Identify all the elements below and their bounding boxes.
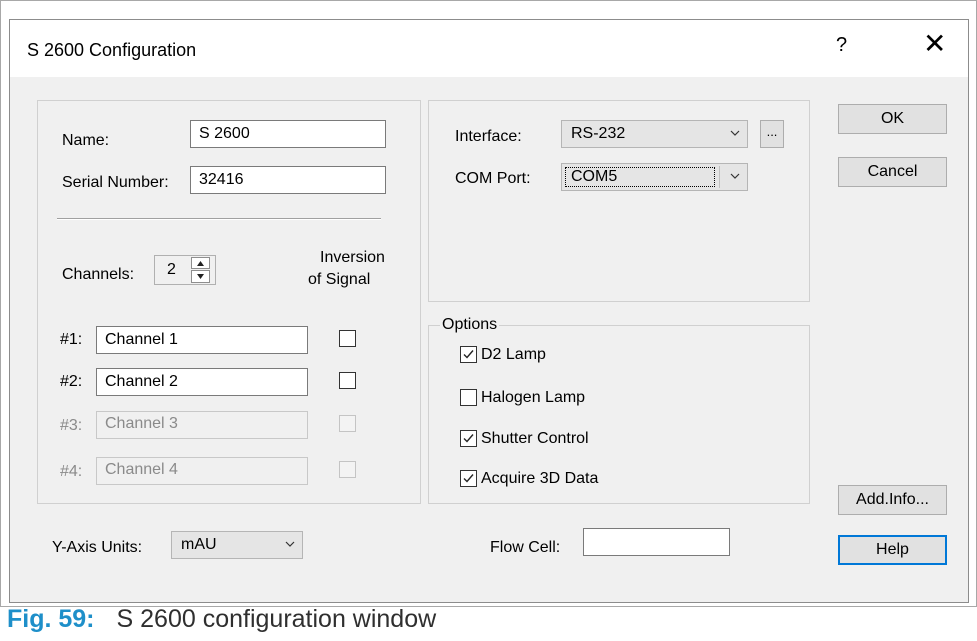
- chevron-down-icon: [730, 130, 740, 136]
- channel-1-inversion-checkbox[interactable]: [339, 330, 356, 347]
- d2-lamp-label: D2 Lamp: [481, 346, 546, 363]
- acquire-3d-data-label: Acquire 3D Data: [481, 470, 599, 487]
- inversion-header-line1: Inversion: [320, 249, 385, 266]
- device-group: [37, 100, 421, 504]
- d2-lamp-checkbox[interactable]: [460, 346, 477, 363]
- spin-up-button[interactable]: [191, 257, 210, 269]
- dialog-title: S 2600 Configuration: [27, 40, 197, 60]
- shutter-control-checkbox[interactable]: [460, 430, 477, 447]
- checkmark-icon: [463, 434, 474, 443]
- serial-number-input[interactable]: 32416: [190, 166, 386, 194]
- channels-label: Channels:: [62, 266, 135, 283]
- chevron-down-icon: [285, 541, 295, 547]
- com-port-label: COM Port:: [455, 170, 531, 187]
- interface-browse-button[interactable]: ...: [760, 120, 784, 148]
- interface-label: Interface:: [455, 128, 522, 145]
- channel-3-inversion-checkbox: [339, 415, 356, 432]
- ok-button[interactable]: OK: [838, 104, 947, 134]
- configuration-dialog: S 2600 Configuration ? ✕ Name: S 2600 Se…: [9, 19, 969, 603]
- channel-2-label: #2:: [60, 373, 83, 390]
- checkmark-icon: [463, 350, 474, 359]
- interface-dropdown[interactable]: RS-232: [561, 120, 748, 148]
- checkmark-icon: [463, 474, 474, 483]
- title-bar: S 2600 Configuration ? ✕: [10, 20, 968, 77]
- name-input[interactable]: S 2600: [190, 120, 386, 148]
- spin-up-icon: [197, 261, 204, 266]
- flow-cell-label: Flow Cell:: [490, 539, 561, 556]
- options-title: Options: [440, 316, 500, 334]
- com-port-divider: [719, 166, 720, 188]
- cancel-button[interactable]: Cancel: [838, 157, 947, 187]
- channel-4-inversion-checkbox: [339, 461, 356, 478]
- channel-4-input: Channel 4: [96, 457, 308, 485]
- figure-number: Fig. 59:: [7, 605, 95, 633]
- halogen-lamp-label: Halogen Lamp: [481, 389, 586, 406]
- y-axis-units-dropdown[interactable]: mAU: [171, 531, 303, 559]
- acquire-3d-data-checkbox[interactable]: [460, 470, 477, 487]
- halogen-lamp-checkbox[interactable]: [460, 389, 477, 406]
- name-label: Name:: [62, 132, 110, 149]
- channel-4-label: #4:: [60, 463, 83, 480]
- com-port-value: COM5: [571, 168, 618, 185]
- channel-3-label: #3:: [60, 417, 83, 434]
- serial-number-label: Serial Number:: [62, 174, 169, 191]
- y-axis-units-value: mAU: [181, 536, 217, 553]
- channels-stepper[interactable]: 2: [154, 255, 216, 285]
- chevron-down-icon: [730, 173, 740, 179]
- shutter-control-label: Shutter Control: [481, 430, 589, 447]
- close-icon[interactable]: ✕: [923, 30, 946, 58]
- channel-2-input[interactable]: Channel 2: [96, 368, 308, 396]
- interface-value: RS-232: [571, 125, 626, 142]
- channel-2-inversion-checkbox[interactable]: [339, 372, 356, 389]
- channel-3-input: Channel 3: [96, 411, 308, 439]
- help-question-icon[interactable]: ?: [836, 34, 847, 57]
- y-axis-units-label: Y-Axis Units:: [52, 539, 143, 556]
- figure-caption: Fig. 59: S 2600 configuration window: [7, 605, 436, 634]
- separator-line: [57, 218, 381, 220]
- channel-1-input[interactable]: Channel 1: [96, 326, 308, 354]
- channel-1-label: #1:: [60, 331, 83, 348]
- flow-cell-input[interactable]: [583, 528, 730, 556]
- channels-count: 2: [167, 261, 176, 278]
- figure-caption-text: S 2600 configuration window: [116, 605, 437, 633]
- spin-down-button[interactable]: [191, 270, 210, 283]
- inversion-header-line2: of Signal: [308, 271, 371, 288]
- com-port-dropdown[interactable]: COM5: [561, 163, 748, 191]
- help-button[interactable]: Help: [838, 535, 947, 565]
- spin-down-icon: [197, 274, 204, 279]
- add-info-button[interactable]: Add.Info...: [838, 485, 947, 515]
